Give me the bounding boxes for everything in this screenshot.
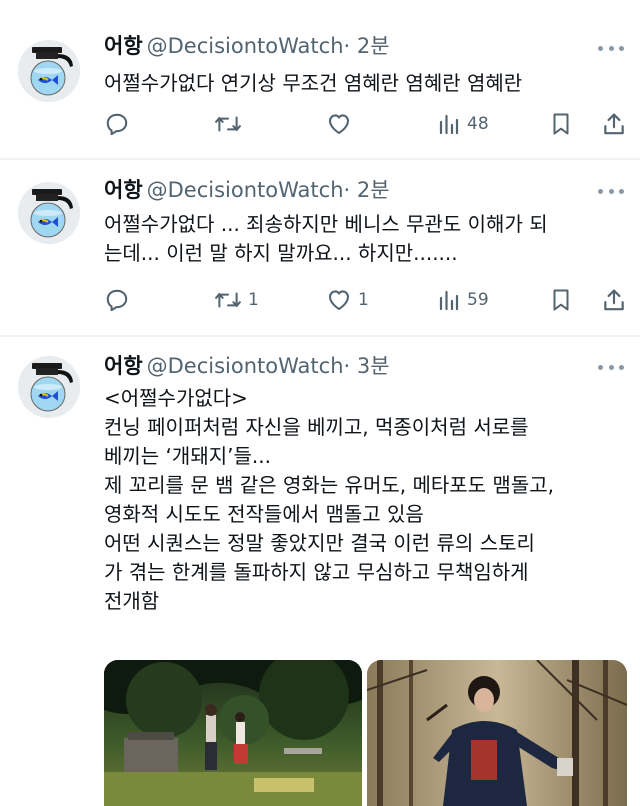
- coffee-pot-fish-icon: [18, 182, 80, 244]
- tweet-line: 어쩔수가없다 연기상 무조건 염혜란 염혜란 염혜란: [104, 71, 523, 95]
- tweet-line: 제 꼬리를 문 뱀 같은 영화는 유머도, 메타포도 맴돌고,: [104, 473, 554, 497]
- tweet-actions: 48: [104, 109, 629, 139]
- tweet-text: <어쩔수가없다> 컨닝 페이퍼처럼 자신을 베끼고, 먹종이처럼 서로를 베끼는…: [104, 384, 630, 616]
- avatar[interactable]: [18, 356, 80, 418]
- tweet-line: 영화적 시도도 전작들에서 맴돌고 있음: [104, 502, 424, 526]
- photo-woods-portrait: [367, 660, 627, 806]
- more-dots-icon[interactable]: [598, 186, 624, 196]
- tweet-line: 전개함: [104, 589, 160, 613]
- user-handle[interactable]: @DecisiontoWatch: [147, 178, 344, 202]
- coffee-pot-fish-icon: [18, 40, 80, 102]
- like-count: 1: [358, 290, 369, 310]
- tweet-actions: 1 1 59: [104, 285, 629, 315]
- views-count: 59: [467, 290, 489, 310]
- retweet-button[interactable]: 1: [214, 285, 259, 315]
- bookmark-button[interactable]: [549, 109, 573, 139]
- avatar[interactable]: [18, 40, 80, 102]
- retweet-button[interactable]: [214, 109, 248, 139]
- views-count: 48: [467, 114, 489, 134]
- timestamp[interactable]: · 2분: [344, 34, 390, 58]
- tweet-line: 가 겪는 한계를 돌파하지 않고 무심하고 무책임하게: [104, 560, 529, 584]
- views-icon: [439, 290, 459, 311]
- bookmark-icon: [553, 113, 569, 135]
- tweet-photo-1[interactable]: [104, 660, 362, 806]
- share-button[interactable]: [601, 109, 627, 139]
- tweet-line: 어쩔수가없다 ... 죄송하지만 베니스 무관도 이해가 되: [104, 212, 548, 236]
- tweet-header: 어항 @DecisiontoWatch· 2분: [104, 33, 390, 59]
- bookmark-button[interactable]: [549, 285, 573, 315]
- reply-icon: [106, 113, 128, 136]
- display-name[interactable]: 어항: [104, 34, 143, 58]
- tweet-header: 어항 @DecisiontoWatch· 2분: [104, 177, 390, 203]
- heart-icon: [328, 114, 350, 135]
- reply-button[interactable]: [104, 285, 136, 315]
- tweet-line: <어쩔수가없다>: [104, 386, 248, 410]
- like-button[interactable]: 1: [326, 285, 369, 315]
- views-button[interactable]: 59: [437, 285, 489, 315]
- more-dots-icon[interactable]: [598, 362, 624, 372]
- coffee-pot-fish-icon: [18, 356, 80, 418]
- bookmark-icon: [553, 289, 569, 311]
- avatar[interactable]: [18, 182, 80, 244]
- share-icon: [604, 289, 624, 311]
- tweet-2[interactable]: 어항 @DecisiontoWatch· 2분 어쩔수가없다 ... 죄송하지만 …: [0, 160, 640, 336]
- tweet-photo-2[interactable]: [367, 660, 627, 806]
- tweet-line: 베끼는 ‘개돼지’들...: [104, 444, 271, 468]
- user-handle[interactable]: @DecisiontoWatch: [147, 354, 344, 378]
- reply-button[interactable]: [104, 109, 136, 139]
- views-icon: [439, 114, 459, 135]
- timestamp[interactable]: · 2분: [344, 178, 390, 202]
- reply-icon: [106, 289, 128, 312]
- tweet-text: 어쩔수가없다 ... 죄송하지만 베니스 무관도 이해가 되 는데... 이런 …: [104, 210, 630, 268]
- tweet-1[interactable]: 어항 @DecisiontoWatch· 2분 어쩔수가없다 연기상 무조건 염혜…: [0, 0, 640, 160]
- timestamp[interactable]: · 3분: [344, 354, 390, 378]
- like-button[interactable]: [326, 109, 358, 139]
- retweet-icon: [215, 292, 241, 308]
- tweet-line: 는데... 이런 말 하지 말까요... 하지만.......: [104, 241, 458, 265]
- tweet-text: 어쩔수가없다 연기상 무조건 염혜란 염혜란 염혜란: [104, 69, 630, 98]
- heart-icon: [328, 290, 350, 311]
- display-name[interactable]: 어항: [104, 178, 143, 202]
- share-icon: [604, 113, 624, 135]
- share-button[interactable]: [601, 285, 627, 315]
- more-dots-icon[interactable]: [598, 43, 624, 53]
- retweet-count: 1: [248, 290, 259, 310]
- tweet-header: 어항 @DecisiontoWatch· 3분: [104, 353, 390, 379]
- display-name[interactable]: 어항: [104, 354, 143, 378]
- photo-forest-scene: [104, 660, 362, 806]
- views-button[interactable]: 48: [437, 109, 489, 139]
- tweet-line: 컨닝 페이퍼처럼 자신을 베끼고, 먹종이처럼 서로를: [104, 415, 529, 439]
- tweet-line: 어떤 시퀀스는 정말 좋았지만 결국 이런 류의 스토리: [104, 531, 535, 555]
- retweet-icon: [215, 116, 241, 132]
- user-handle[interactable]: @DecisiontoWatch: [147, 34, 344, 58]
